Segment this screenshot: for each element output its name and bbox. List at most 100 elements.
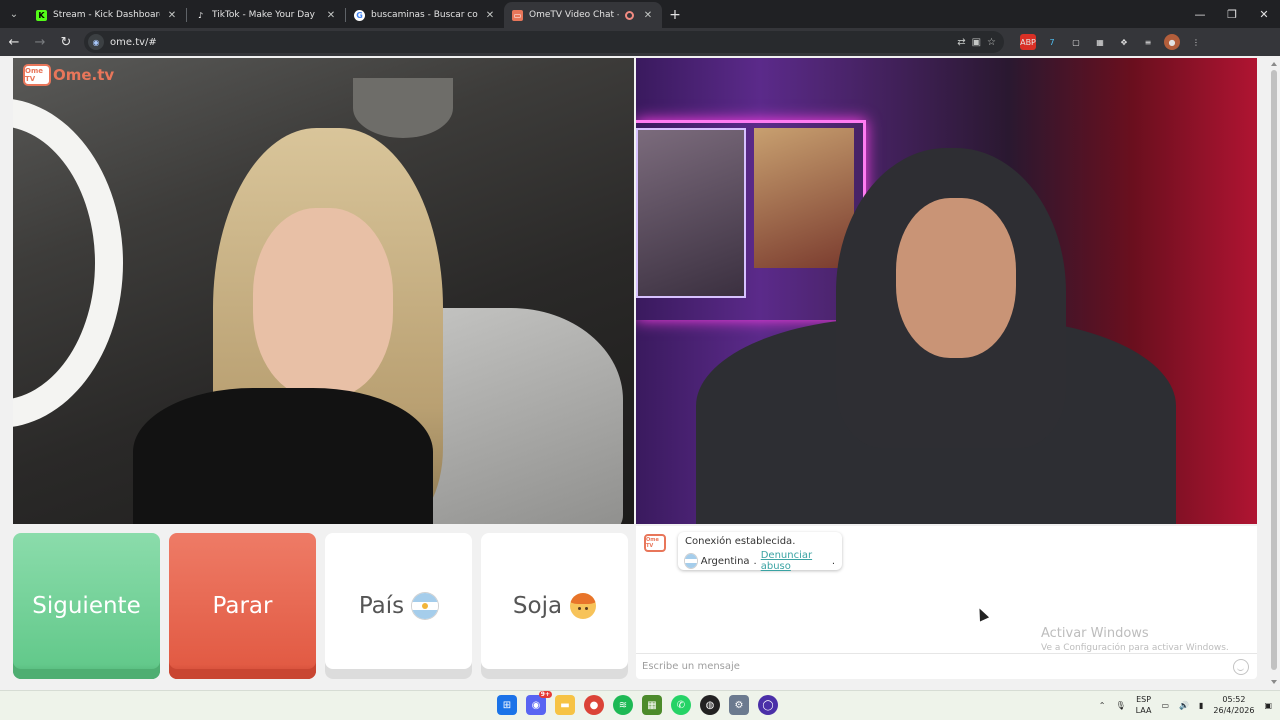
new-tab-icon[interactable]: + bbox=[662, 2, 688, 28]
scroll-thumb[interactable] bbox=[1271, 70, 1277, 670]
tab-search-icon[interactable]: ⌄ bbox=[0, 0, 28, 28]
country-button-label: País bbox=[358, 593, 405, 619]
language-indicator[interactable]: ESP LAA bbox=[1136, 694, 1152, 716]
message-input[interactable] bbox=[642, 661, 1233, 672]
google-icon: G bbox=[354, 9, 365, 21]
restore-icon[interactable]: ❐ bbox=[1216, 0, 1248, 28]
country-button[interactable]: País bbox=[325, 533, 472, 679]
partner-country: Argentina bbox=[700, 555, 750, 567]
network-icon[interactable]: ▭ bbox=[1161, 701, 1169, 710]
chat-panel: Ome TV Conexión establecida. Argentina .… bbox=[636, 526, 1257, 679]
window-controls: — ❐ ✕ bbox=[1184, 0, 1280, 28]
whatsapp-icon[interactable]: ✆ bbox=[671, 695, 691, 715]
ometv-icon: ▭ bbox=[512, 9, 523, 21]
tab-title: TikTok - Make Your Day bbox=[212, 10, 316, 20]
forward-icon[interactable]: → bbox=[28, 30, 52, 54]
bookmark-star-icon[interactable]: ☆ bbox=[987, 37, 996, 48]
address-bar[interactable]: ◉ ome.tv/# ⇄ ▣ ☆ bbox=[84, 31, 1004, 53]
tab-title: OmeTV Video Chat — Alte bbox=[529, 10, 619, 20]
ometv-page: Ome TV Ome.tv Siguiente Parar País Soja … bbox=[0, 56, 1280, 690]
system-tray: ⌃ 🎙 ESP LAA ▭ 🔊 ▮ 05:52 26/4/2026 ▣ bbox=[1099, 694, 1272, 716]
adblock-icon[interactable]: ABP bbox=[1020, 34, 1036, 50]
battery-icon[interactable]: ▮ bbox=[1199, 701, 1203, 710]
microphone-icon[interactable]: 🎙 bbox=[1116, 701, 1126, 710]
gender-button[interactable]: Soja bbox=[481, 533, 628, 679]
ometv-logo-badge: Ome TV bbox=[23, 64, 51, 86]
close-window-icon[interactable]: ✕ bbox=[1248, 0, 1280, 28]
discord-icon[interactable]: ◉ 9+ bbox=[526, 691, 552, 715]
clock-date: 26/4/2026 bbox=[1213, 706, 1255, 715]
tab-ometv[interactable]: ▭ OmeTV Video Chat — Alte ✕ bbox=[504, 2, 662, 28]
ometv-chat-logo: Ome TV bbox=[644, 534, 666, 552]
tab-kick[interactable]: K Stream - Kick Dashboard ✕ bbox=[28, 2, 186, 28]
reload-icon[interactable]: ↻ bbox=[54, 30, 78, 54]
notification-icon[interactable]: ▣ bbox=[1264, 701, 1272, 710]
cast-icon[interactable]: ▣ bbox=[972, 37, 981, 48]
tiktok-icon: ♪ bbox=[197, 10, 204, 20]
language-code: ESP bbox=[1136, 695, 1152, 704]
tab-google[interactable]: G buscaminas - Buscar con Goog ✕ bbox=[346, 2, 504, 28]
minecraft-icon[interactable]: ▦ bbox=[642, 695, 662, 715]
wall-poster bbox=[754, 128, 854, 268]
extension-screen-icon[interactable]: ▦ bbox=[1092, 34, 1108, 50]
volume-icon[interactable]: 🔊 bbox=[1179, 701, 1189, 710]
tray-chevron-icon[interactable]: ⌃ bbox=[1099, 701, 1106, 710]
settings-gear-icon[interactable]: ⚙ bbox=[729, 695, 749, 715]
page-scrollbar[interactable] bbox=[1268, 56, 1280, 690]
system-message: Conexión establecida. Argentina . Denunc… bbox=[678, 532, 842, 572]
translate-icon[interactable]: ⇄ bbox=[957, 37, 965, 48]
extension-7tv-icon[interactable]: 7 bbox=[1044, 34, 1060, 50]
scroll-up-icon[interactable] bbox=[1271, 62, 1277, 66]
url-text: ome.tv/# bbox=[110, 36, 157, 48]
extensions-bar: ABP 7 ▢ ▦ ✥ ≡ ● ⋮ bbox=[1020, 34, 1204, 50]
ring-light bbox=[13, 98, 123, 428]
tab-title: Stream - Kick Dashboard bbox=[53, 10, 160, 20]
person-face bbox=[253, 208, 393, 398]
person-jacket bbox=[133, 388, 433, 524]
separator: . bbox=[753, 555, 757, 567]
minimize-icon[interactable]: — bbox=[1184, 0, 1216, 28]
reading-list-icon[interactable]: ≡ bbox=[1140, 34, 1156, 50]
back-icon[interactable]: ← bbox=[2, 30, 26, 54]
lamp-shade bbox=[353, 78, 453, 138]
menu-kebab-icon[interactable]: ⋮ bbox=[1188, 34, 1204, 50]
watermark-subtitle: Ve a Configuración para activar Windows. bbox=[1041, 643, 1229, 653]
close-icon[interactable]: ✕ bbox=[484, 10, 496, 21]
stop-button[interactable]: Parar bbox=[169, 533, 316, 679]
discord-badge: 9+ bbox=[538, 691, 552, 698]
extension-box-icon[interactable]: ▢ bbox=[1068, 34, 1084, 50]
obs-icon[interactable]: ◍ bbox=[700, 695, 720, 715]
tab-strip: ⌄ K Stream - Kick Dashboard ✕ ♪ TikTok -… bbox=[0, 0, 1280, 28]
clock[interactable]: 05:52 26/4/2026 bbox=[1213, 694, 1254, 716]
report-abuse-link[interactable]: Denunciar abuso bbox=[761, 550, 832, 572]
chrome-icon[interactable]: ● bbox=[584, 695, 604, 715]
next-button-label: Siguiente bbox=[32, 593, 141, 619]
report-suffix: . bbox=[831, 555, 835, 567]
browser-toolbar: ← → ↻ ◉ ome.tv/# ⇄ ▣ ☆ ABP 7 ▢ ▦ ✥ ≡ ● ⋮ bbox=[0, 28, 1280, 56]
spotify-icon[interactable]: ≋ bbox=[613, 695, 633, 715]
extensions-puzzle-icon[interactable]: ✥ bbox=[1116, 34, 1132, 50]
connection-status: Conexión establecida. bbox=[685, 536, 796, 547]
remote-video bbox=[636, 58, 1257, 524]
local-video: Ome TV Ome.tv bbox=[13, 58, 634, 524]
tab-title: buscaminas - Buscar con Goog bbox=[371, 10, 478, 20]
activate-windows-watermark: Activar Windows Ve a Configuración para … bbox=[1041, 626, 1229, 653]
chat-input-bar bbox=[636, 653, 1257, 679]
argentina-flag-icon bbox=[412, 593, 439, 619]
app-ring-icon[interactable]: ◯ bbox=[758, 695, 778, 715]
file-explorer-icon[interactable]: ▬ bbox=[555, 695, 575, 715]
close-icon[interactable]: ✕ bbox=[642, 10, 654, 21]
stop-button-label: Parar bbox=[212, 593, 273, 619]
tab-tiktok[interactable]: ♪ TikTok - Make Your Day ✕ bbox=[187, 2, 345, 28]
profile-avatar-icon[interactable]: ● bbox=[1164, 34, 1180, 50]
site-info-icon[interactable]: ◉ bbox=[88, 34, 104, 50]
windows-start-icon[interactable]: ⊞ bbox=[497, 695, 517, 715]
scroll-down-icon[interactable] bbox=[1271, 680, 1277, 684]
emoji-picker-icon[interactable] bbox=[1233, 658, 1249, 675]
taskbar-apps: ⊞ ◉ 9+ ▬ ● ≋ ▦ ✆ ◍ ⚙ ◯ bbox=[497, 691, 778, 715]
argentina-flag-icon bbox=[685, 554, 697, 568]
next-button[interactable]: Siguiente bbox=[13, 533, 160, 679]
close-icon[interactable]: ✕ bbox=[166, 10, 178, 21]
ometv-logo: Ome TV Ome.tv bbox=[23, 64, 114, 86]
close-icon[interactable]: ✕ bbox=[325, 10, 337, 21]
